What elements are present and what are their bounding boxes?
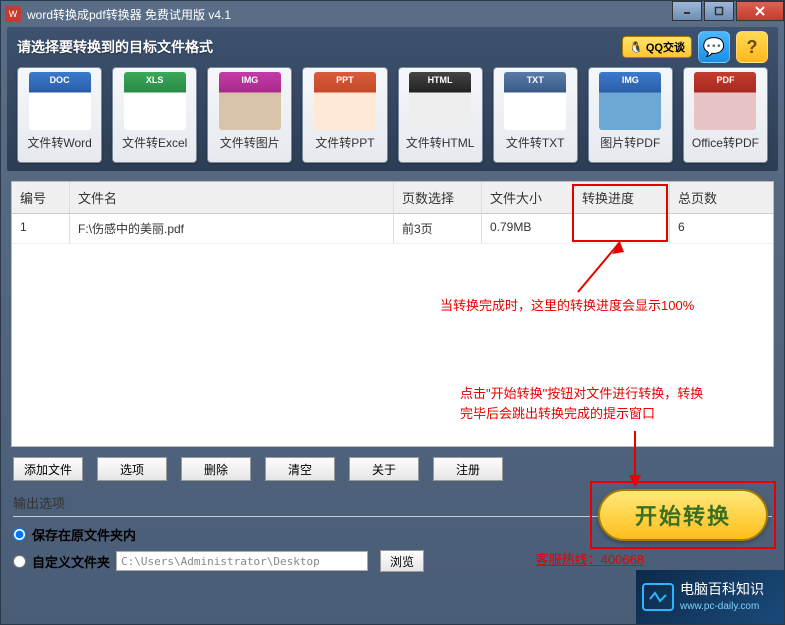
format-img2pdf[interactable]: IMG图片转PDF bbox=[588, 67, 673, 163]
window-title: word转换成pdf转换器 免费试用版 v4.1 bbox=[27, 6, 231, 23]
clear-button[interactable]: 清空 bbox=[265, 457, 335, 481]
browse-button[interactable]: 浏览 bbox=[380, 550, 424, 572]
col-total[interactable]: 总页数 bbox=[670, 182, 773, 213]
app-icon: W bbox=[5, 6, 21, 22]
radio-custom-folder-label: 自定义文件夹 bbox=[32, 552, 110, 571]
img-icon: IMG bbox=[219, 72, 281, 130]
annotation-box-progress bbox=[572, 184, 668, 242]
monitor-icon bbox=[642, 583, 674, 611]
header-prompt: 请选择要转换到的目标文件格式 bbox=[17, 37, 213, 57]
pdf-icon: PDF bbox=[694, 72, 756, 130]
col-page[interactable]: 页数选择 bbox=[394, 182, 482, 213]
titlebar: W word转换成pdf转换器 免费试用版 v4.1 bbox=[1, 1, 784, 27]
register-button[interactable]: 注册 bbox=[433, 457, 503, 481]
format-row: DOC文件转Word XLS文件转Excel IMG文件转图片 PPT文件转PP… bbox=[17, 67, 768, 163]
qq-chat-button[interactable]: 🐧 QQ交谈 bbox=[622, 36, 692, 58]
file-table: 编号 文件名 页数选择 文件大小 转换进度 总页数 1 F:\伤感中的美丽.pd… bbox=[11, 181, 774, 447]
watermark: 电脑百科知识 www.pc-daily.com bbox=[636, 570, 784, 624]
radio-save-original-label: 保存在原文件夹内 bbox=[32, 525, 136, 544]
arrow-icon bbox=[572, 242, 632, 302]
header-band: 请选择要转换到的目标文件格式 🐧 QQ交谈 💬 ? DOC文件转Word XLS… bbox=[7, 27, 778, 171]
radio-custom-folder[interactable] bbox=[13, 555, 26, 568]
about-button[interactable]: 关于 bbox=[349, 457, 419, 481]
radio-save-original[interactable] bbox=[13, 528, 26, 541]
img2-icon: IMG bbox=[599, 72, 661, 130]
annotation-text-1: 当转换完成时，这里的转换进度会显示100% bbox=[440, 296, 720, 316]
button-row: 添加文件 选项 删除 清空 关于 注册 bbox=[13, 457, 772, 481]
qq-label: QQ交谈 bbox=[646, 39, 685, 55]
options-button[interactable]: 选项 bbox=[97, 457, 167, 481]
col-id[interactable]: 编号 bbox=[12, 182, 70, 213]
maximize-button[interactable] bbox=[704, 1, 734, 21]
col-name[interactable]: 文件名 bbox=[70, 182, 394, 213]
html-icon: HTML bbox=[409, 72, 471, 130]
watermark-text: 电脑百科知识 www.pc-daily.com bbox=[680, 582, 764, 613]
minimize-button[interactable] bbox=[672, 1, 702, 21]
format-ppt[interactable]: PPT文件转PPT bbox=[302, 67, 387, 163]
add-file-button[interactable]: 添加文件 bbox=[13, 457, 83, 481]
annotation-text-2: 点击"开始转换"按钮对文件进行转换，转换完毕后会跳出转换完成的提示窗口 bbox=[460, 384, 710, 423]
xls-icon: XLS bbox=[124, 72, 186, 130]
chat-icon[interactable]: 💬 bbox=[698, 31, 730, 63]
format-html[interactable]: HTML文件转HTML bbox=[398, 67, 483, 163]
hotline-link[interactable]: 客服热线：400668 bbox=[536, 549, 644, 568]
bottom-area: 添加文件 选项 删除 清空 关于 注册 输出选项 保存在原文件夹内 自定义文件夹… bbox=[1, 447, 784, 572]
ppt-icon: PPT bbox=[314, 72, 376, 130]
format-word[interactable]: DOC文件转Word bbox=[17, 67, 102, 163]
table-body: 1 F:\伤感中的美丽.pdf 前3页 0.79MB 6 当转换完成时，这里的转… bbox=[12, 214, 773, 446]
help-icon[interactable]: ? bbox=[736, 31, 768, 63]
delete-button[interactable]: 删除 bbox=[181, 457, 251, 481]
format-excel[interactable]: XLS文件转Excel bbox=[112, 67, 197, 163]
qq-icon: 🐧 bbox=[629, 41, 643, 54]
col-size[interactable]: 文件大小 bbox=[482, 182, 574, 213]
txt-icon: TXT bbox=[504, 72, 566, 130]
format-txt[interactable]: TXT文件转TXT bbox=[493, 67, 578, 163]
annotation-box-start bbox=[590, 481, 776, 549]
format-office2pdf[interactable]: PDFOffice转PDF bbox=[683, 67, 768, 163]
close-button[interactable] bbox=[736, 1, 784, 21]
window-controls bbox=[670, 1, 784, 21]
format-image[interactable]: IMG文件转图片 bbox=[207, 67, 292, 163]
path-input[interactable] bbox=[116, 551, 368, 571]
doc-icon: DOC bbox=[29, 72, 91, 130]
app-window: W word转换成pdf转换器 免费试用版 v4.1 请选择要转换到的目标文件格… bbox=[0, 0, 785, 625]
